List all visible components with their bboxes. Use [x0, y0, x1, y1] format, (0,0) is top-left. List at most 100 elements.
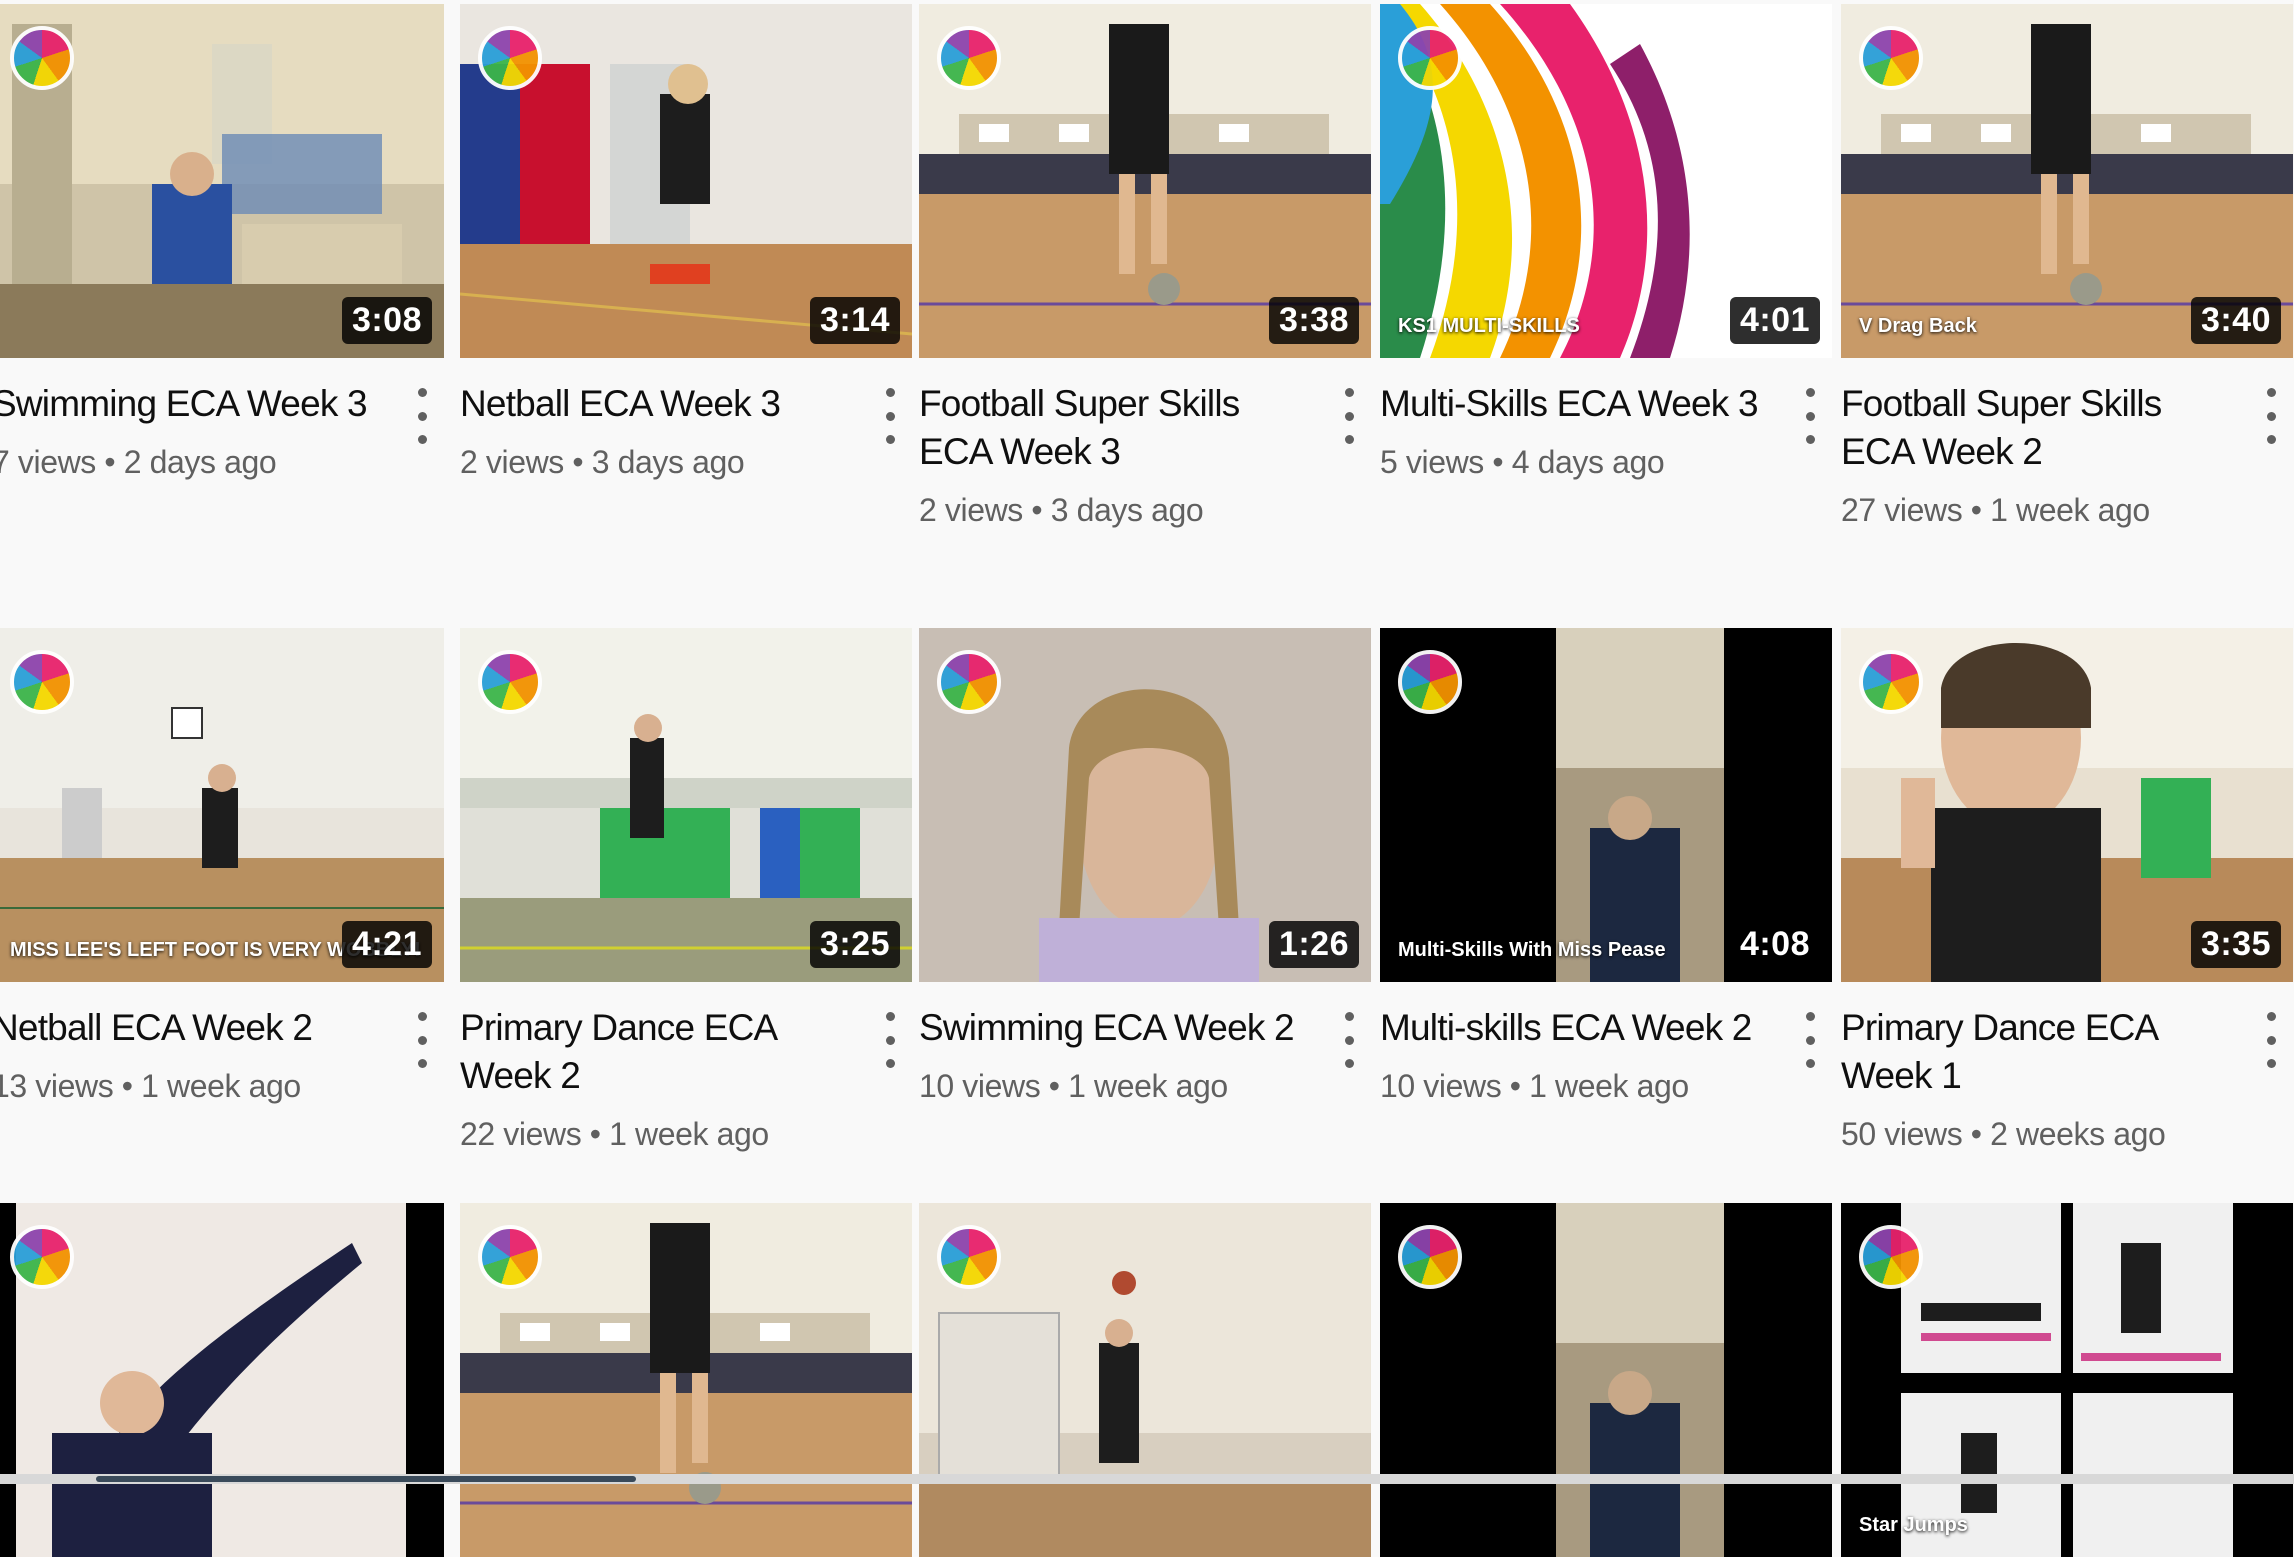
video-card[interactable] [0, 1203, 444, 1557]
video-stats: 7 views • 2 days ago [0, 444, 444, 481]
separator-dot: • [1501, 1068, 1530, 1104]
more-options-icon[interactable] [412, 1012, 432, 1068]
more-options-icon[interactable] [1339, 1012, 1359, 1068]
channel-logo-icon [1859, 1225, 1923, 1289]
view-count: 2 views [919, 492, 1023, 528]
view-count: 7 views [0, 444, 96, 480]
channel-logo-icon [937, 26, 1001, 90]
channel-logo-icon [937, 650, 1001, 714]
duration-badge: 4:01 [1729, 297, 1820, 344]
video-details: Primary Dance ECA Week 1 50 views • 2 wee… [1841, 982, 2293, 1153]
channel-logo-icon [937, 1225, 1001, 1289]
video-title[interactable]: Netball ECA Week 3 [460, 380, 850, 428]
duration-badge: 1:26 [1268, 921, 1359, 968]
scrollbar-thumb[interactable] [96, 1476, 636, 1482]
upload-age: 1 week ago [609, 1116, 769, 1152]
video-thumbnail[interactable]: 3:14 [460, 4, 912, 358]
upload-age: 4 days ago [1511, 444, 1665, 480]
video-card[interactable]: 3:08 Swimming ECA Week 3 7 views • 2 days … [0, 4, 444, 481]
channel-logo-icon [478, 26, 542, 90]
video-thumbnail[interactable]: KS1 MULTI-SKILLS 4:01 [1380, 4, 1832, 358]
video-card[interactable] [460, 1203, 912, 1557]
channel-logo-icon [1398, 650, 1462, 714]
channel-logo-icon [10, 1225, 74, 1289]
video-thumbnail[interactable] [0, 1203, 444, 1557]
view-count: 2 views [460, 444, 564, 480]
video-details: Swimming ECA Week 3 7 views • 2 days ago [0, 358, 444, 481]
video-card[interactable]: Multi-Skills With Miss Pease 4:08 Multi-sk… [1380, 628, 1832, 1105]
more-options-icon[interactable] [880, 1012, 900, 1068]
more-options-icon[interactable] [412, 388, 432, 444]
video-thumbnail[interactable]: 3:38 [919, 4, 1371, 358]
video-card[interactable]: 3:35 Primary Dance ECA Week 1 50 views • 2… [1841, 628, 2293, 1153]
channel-logo-icon [10, 650, 74, 714]
video-card[interactable]: 1:26 Swimming ECA Week 2 10 views • 1 week… [919, 628, 1371, 1105]
separator-dot: • [1022, 492, 1051, 528]
more-options-icon[interactable] [2261, 1012, 2281, 1068]
video-title[interactable]: Primary Dance ECA Week 2 [460, 1004, 850, 1100]
channel-logo-icon [478, 1225, 542, 1289]
video-stats: 2 views • 3 days ago [460, 444, 912, 481]
video-thumbnail[interactable]: MISS LEE'S LEFT FOOT IS VERY WOBBLY! 4:21 [0, 628, 444, 982]
video-details: Football Super Skills ECA Week 2 27 views… [1841, 358, 2293, 529]
video-thumbnail[interactable] [460, 1203, 912, 1557]
video-card[interactable]: V Drag Back 3:40 Football Super Skills ECA… [1841, 4, 2293, 529]
more-options-icon[interactable] [1339, 388, 1359, 444]
video-thumbnail[interactable]: Star Jumps [1841, 1203, 2293, 1557]
separator-dot: • [1962, 492, 1991, 528]
video-thumbnail[interactable]: V Drag Back 3:40 [1841, 4, 2293, 358]
view-count: 50 views [1841, 1116, 1963, 1152]
video-title[interactable]: Multi-Skills ECA Week 3 [1380, 380, 1770, 428]
video-thumbnail[interactable]: 3:25 [460, 628, 912, 982]
thumbnail-caption: Multi-Skills With Miss Pease [1398, 939, 1666, 961]
video-title[interactable]: Netball ECA Week 2 [0, 1004, 382, 1052]
more-options-icon[interactable] [1800, 388, 1820, 444]
video-card[interactable]: KS1 MULTI-SKILLS 4:01 Multi-Skills ECA Wee… [1380, 4, 1832, 481]
video-card[interactable]: 3:38 Football Super Skills ECA Week 3 2 vi… [919, 4, 1371, 529]
view-count: 5 views [1380, 444, 1484, 480]
channel-logo-icon [10, 26, 74, 90]
video-title[interactable]: Primary Dance ECA Week 1 [1841, 1004, 2231, 1100]
video-card[interactable]: 3:25 Primary Dance ECA Week 2 22 views • 1… [460, 628, 912, 1153]
separator-dot: • [1040, 1068, 1069, 1104]
video-title[interactable]: Swimming ECA Week 3 [0, 380, 382, 428]
thumbnail-caption: Star Jumps [1859, 1514, 1968, 1536]
channel-logo-icon [1398, 1225, 1462, 1289]
duration-badge: 3:14 [809, 297, 900, 344]
video-thumbnail[interactable]: 1:26 [919, 628, 1371, 982]
more-options-icon[interactable] [880, 388, 900, 444]
upload-age: 1 week ago [1990, 492, 2150, 528]
channel-logo-icon [1859, 26, 1923, 90]
video-details: Primary Dance ECA Week 2 22 views • 1 wee… [460, 982, 912, 1153]
more-options-icon[interactable] [2261, 388, 2281, 444]
video-stats: 22 views • 1 week ago [460, 1116, 912, 1153]
video-card[interactable]: 3:14 Netball ECA Week 3 2 views • 3 days a… [460, 4, 912, 481]
video-thumbnail[interactable]: 3:35 [1841, 628, 2293, 982]
video-stats: 5 views • 4 days ago [1380, 444, 1832, 481]
channel-logo-icon [1398, 26, 1462, 90]
video-thumbnail[interactable]: 3:08 [0, 4, 444, 358]
video-thumbnail[interactable] [1380, 1203, 1832, 1557]
video-title[interactable]: Multi-skills ECA Week 2 [1380, 1004, 1770, 1052]
video-thumbnail[interactable] [919, 1203, 1371, 1557]
more-options-icon[interactable] [1800, 1012, 1820, 1068]
video-thumbnail[interactable]: Multi-Skills With Miss Pease 4:08 [1380, 628, 1832, 982]
video-card[interactable] [1380, 1203, 1832, 1557]
view-count: 10 views [919, 1068, 1041, 1104]
video-title[interactable]: Football Super Skills ECA Week 2 [1841, 380, 2231, 476]
video-card[interactable]: MISS LEE'S LEFT FOOT IS VERY WOBBLY! 4:21… [0, 628, 444, 1105]
video-card[interactable] [919, 1203, 1371, 1557]
separator-dot: • [581, 1116, 610, 1152]
video-card[interactable]: Star Jumps [1841, 1203, 2293, 1557]
video-title[interactable]: Swimming ECA Week 2 [919, 1004, 1309, 1052]
duration-badge: 3:25 [809, 921, 900, 968]
video-details: Multi-skills ECA Week 2 10 views • 1 week… [1380, 982, 1832, 1105]
upload-age: 1 week ago [1529, 1068, 1689, 1104]
video-stats: 13 views • 1 week ago [0, 1068, 444, 1105]
video-stats: 27 views • 1 week ago [1841, 492, 2293, 529]
video-title[interactable]: Football Super Skills ECA Week 3 [919, 380, 1309, 476]
separator-dot: • [1483, 444, 1512, 480]
video-details: Multi-Skills ECA Week 3 5 views • 4 days … [1380, 358, 1832, 481]
upload-age: 2 weeks ago [1990, 1116, 2166, 1152]
video-details: Netball ECA Week 2 13 views • 1 week ago [0, 982, 444, 1105]
